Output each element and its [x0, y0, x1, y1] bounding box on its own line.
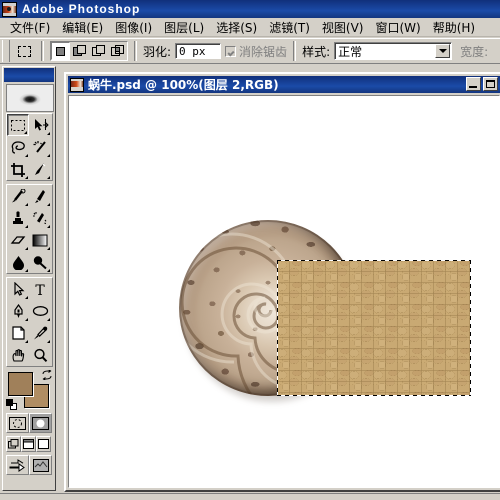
- path-selection-tool[interactable]: [7, 278, 29, 300]
- document-title: 蜗牛.psd @ 100%(图层 2,RGB): [88, 78, 279, 92]
- add-to-selection-button[interactable]: [70, 42, 89, 60]
- options-separator-3: [293, 41, 297, 61]
- full-screen-mode-button[interactable]: [36, 436, 51, 452]
- minimize-button[interactable]: [466, 77, 481, 91]
- paintbrush-tool[interactable]: [29, 185, 51, 207]
- feather-label: 羽化:: [143, 44, 172, 59]
- style-label: 样式:: [302, 44, 331, 59]
- menu-help[interactable]: 帮助(H): [427, 17, 481, 38]
- restore-button[interactable]: [483, 77, 498, 91]
- standard-mode-button[interactable]: [6, 413, 29, 433]
- hand-tool[interactable]: [7, 344, 29, 366]
- chevron-down-icon[interactable]: [435, 44, 451, 58]
- rectangular-marquee-icon[interactable]: [13, 40, 35, 62]
- document-window: 蜗牛.psd @ 100%(图层 2,RGB): [64, 72, 500, 492]
- type-tool[interactable]: T: [29, 278, 51, 300]
- menu-edit[interactable]: 编辑(E): [56, 17, 109, 38]
- options-separator-2: [134, 41, 137, 61]
- app-title-bar: Adobe Photoshop: [0, 0, 500, 18]
- menu-window[interactable]: 窗口(W): [369, 17, 426, 38]
- intersect-with-selection-button[interactable]: [108, 42, 127, 60]
- screen-mode-group: [6, 436, 53, 452]
- document-title-bar[interactable]: 蜗牛.psd @ 100%(图层 2,RGB): [68, 76, 500, 93]
- menu-filter[interactable]: 滤镜(T): [263, 17, 316, 38]
- menu-layer[interactable]: 图层(L): [158, 17, 210, 38]
- gradient-tool[interactable]: [29, 229, 51, 251]
- toolbox-tool-grid: T: [6, 113, 53, 475]
- eraser-tool[interactable]: [7, 229, 29, 251]
- photoshop-window: Adobe Photoshop 文件(F) 编辑(E) 图像(I) 图层(L) …: [0, 0, 500, 500]
- tool-group-selection: [6, 113, 53, 181]
- antialias-checkbox[interactable]: [225, 45, 237, 57]
- svg-text:T: T: [35, 283, 45, 297]
- history-brush-tool[interactable]: [29, 207, 51, 229]
- quick-mask-mode-button[interactable]: [29, 413, 52, 433]
- menu-view[interactable]: 视图(V): [316, 17, 370, 38]
- zoom-tool[interactable]: [29, 344, 51, 366]
- menu-bar: 文件(F) 编辑(E) 图像(I) 图层(L) 选择(S) 滤镜(T) 视图(V…: [0, 18, 500, 37]
- app-title: Adobe Photoshop: [22, 2, 141, 16]
- default-colors-icon[interactable]: [6, 399, 17, 410]
- pen-tool[interactable]: [7, 300, 29, 322]
- photoshop-eye-logo: [6, 84, 54, 112]
- jump-to-group: [6, 455, 53, 475]
- full-screen-with-menubar-button[interactable]: [21, 436, 36, 452]
- swap-colors-icon[interactable]: [42, 370, 52, 380]
- antialias-label: 消除锯齿: [239, 44, 288, 59]
- photoshop-eye-icon: [2, 1, 17, 17]
- options-separator-1: [41, 41, 44, 61]
- magic-wand-tool[interactable]: [29, 136, 51, 158]
- width-label: 宽度:: [460, 44, 489, 59]
- tool-options-bar: 羽化: 0 px 消除锯齿 样式: 正常 宽度:: [0, 38, 500, 64]
- menu-file[interactable]: 文件(F): [4, 17, 56, 38]
- healing-brush-tool[interactable]: [7, 185, 29, 207]
- document-canvas[interactable]: [68, 95, 500, 488]
- options-bar-grip[interactable]: [2, 40, 10, 62]
- document-window-buttons: [466, 77, 498, 91]
- rectangular-marquee-tool[interactable]: [7, 114, 29, 136]
- style-dropdown[interactable]: 正常: [334, 42, 453, 60]
- standard-screen-mode-button[interactable]: [6, 436, 21, 452]
- window-bottom-edge: [0, 493, 500, 500]
- feather-input[interactable]: 0 px: [175, 43, 222, 59]
- move-tool[interactable]: [29, 114, 51, 136]
- blur-tool[interactable]: [7, 251, 29, 273]
- tool-group-retouch: [6, 184, 53, 274]
- menu-image[interactable]: 图像(I): [109, 17, 158, 38]
- menu-select[interactable]: 选择(S): [210, 17, 263, 38]
- ellipse-shape-tool[interactable]: [29, 300, 51, 322]
- lasso-tool[interactable]: [7, 136, 29, 158]
- psd-file-icon: [70, 77, 84, 92]
- new-selection-button[interactable]: [51, 42, 70, 60]
- toolbox-palette: T: [2, 66, 56, 491]
- mask-mode-group: [6, 413, 53, 433]
- style-value: 正常: [338, 44, 363, 59]
- subtract-from-selection-button[interactable]: [89, 42, 108, 60]
- eyedropper-tool[interactable]: [29, 322, 51, 344]
- texture-grout-lines: [277, 260, 471, 396]
- toolbox-title-bar[interactable]: [4, 68, 54, 82]
- feather-value: 0 px: [179, 44, 206, 58]
- notes-tool[interactable]: [7, 322, 29, 344]
- foreground-color-swatch[interactable]: [8, 372, 33, 396]
- jump-to-imageready-button[interactable]: [6, 455, 29, 475]
- selection-fill: [277, 260, 471, 396]
- dodge-tool[interactable]: [29, 251, 51, 273]
- selection-mode-group: [50, 41, 128, 61]
- color-swatches: [6, 370, 53, 410]
- clone-stamp-tool[interactable]: [7, 207, 29, 229]
- slice-tool[interactable]: [29, 158, 51, 180]
- crop-tool[interactable]: [7, 158, 29, 180]
- tool-group-vector: T: [6, 277, 53, 367]
- imageready-preview-button[interactable]: [29, 455, 52, 475]
